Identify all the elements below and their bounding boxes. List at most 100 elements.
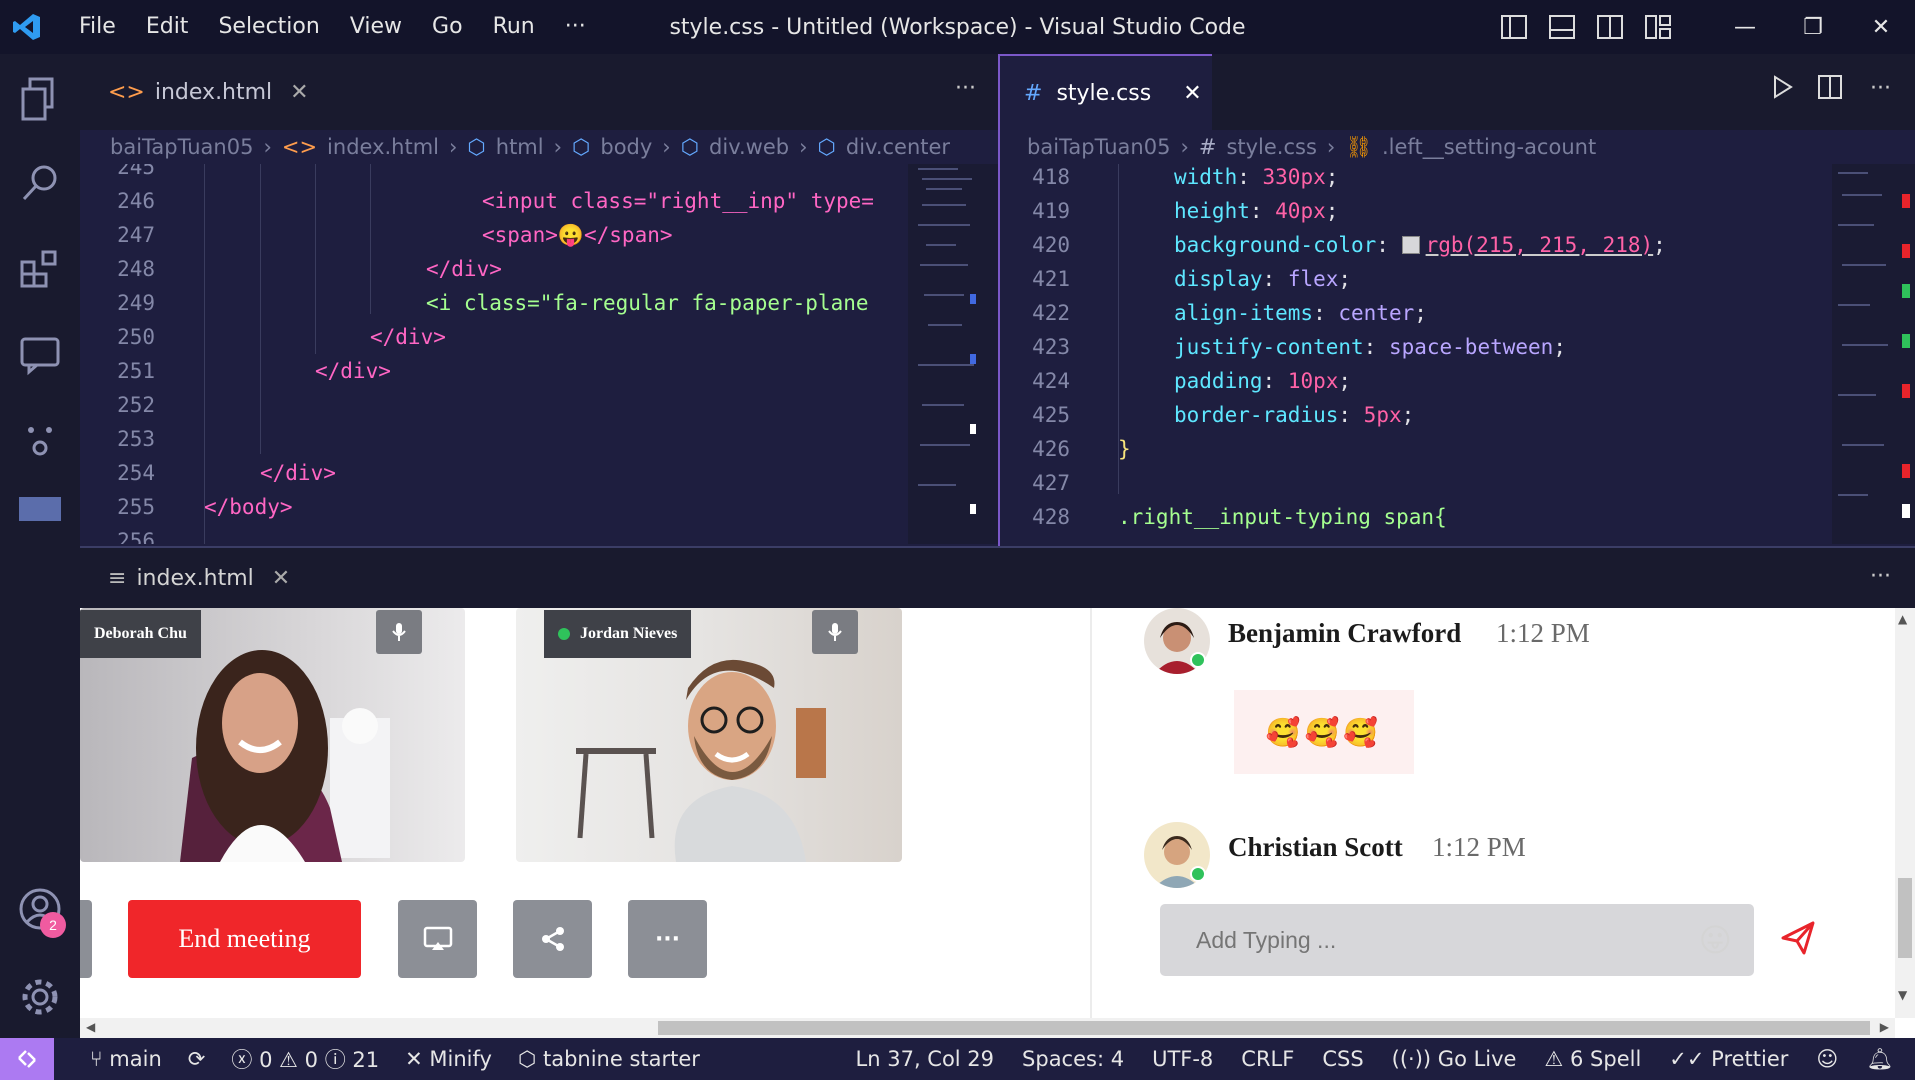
panel-more-actions-icon[interactable]: ···: [1870, 564, 1891, 589]
editor-more-actions-icon[interactable]: ···: [1870, 76, 1891, 101]
element-icon: ⬡: [572, 135, 591, 159]
window-title: style.css - Untitled (Workspace) - Visua…: [669, 14, 1246, 40]
sync-icon[interactable]: ⟳: [188, 1047, 206, 1071]
chat-sender-name: Benjamin Crawford: [1228, 618, 1462, 648]
send-button[interactable]: [1780, 920, 1816, 960]
breadcrumb-folder[interactable]: baiTapTuan05: [1027, 135, 1170, 159]
settings-gear-icon[interactable]: [0, 962, 80, 1032]
menu-view[interactable]: View: [335, 0, 417, 54]
breadcrumb-div-web[interactable]: div.web: [709, 135, 789, 159]
breadcrumb-file[interactable]: style.css: [1226, 135, 1316, 159]
close-window-icon[interactable]: ✕: [1847, 15, 1915, 40]
tab-label: index.html: [154, 79, 273, 105]
share-button[interactable]: [513, 900, 592, 978]
video-tile-deborah: Deborah Chu: [80, 608, 465, 862]
copilot-icon[interactable]: [0, 404, 80, 474]
share-icon: [541, 927, 564, 951]
vertical-scrollbar[interactable]: ▲ ▼: [1895, 608, 1915, 1018]
message-input-box[interactable]: 😛: [1160, 904, 1754, 976]
minimap[interactable]: [1832, 164, 1915, 544]
menu-more[interactable]: ···: [550, 0, 601, 54]
explorer-icon[interactable]: [0, 64, 80, 134]
element-icon: ⬡: [680, 135, 700, 159]
mic-button[interactable]: [376, 610, 422, 654]
feedback-icon[interactable]: ☺: [1816, 1047, 1838, 1071]
run-icon[interactable]: [1771, 74, 1795, 104]
breadcrumb-selector[interactable]: .left__setting-acount: [1382, 135, 1596, 159]
indentation[interactable]: Spaces: 4: [1022, 1047, 1124, 1071]
left-code-area[interactable]: 245 246 <input class="right__inp" type= 2…: [80, 164, 998, 544]
menu-file[interactable]: File: [64, 0, 131, 54]
right-tab-bar: # style.css ✕ ···: [1000, 54, 1915, 130]
css-file-icon: #: [1024, 80, 1043, 106]
color-swatch[interactable]: [1401, 236, 1420, 254]
line-ending[interactable]: CRLF: [1241, 1047, 1294, 1071]
close-tab-icon[interactable]: ✕: [290, 80, 308, 105]
spell-check[interactable]: ⚠ 6 Spell: [1544, 1047, 1641, 1071]
tab-index-html[interactable]: <> index.html ✕: [80, 54, 330, 130]
restore-icon[interactable]: ❐: [1779, 15, 1847, 40]
emoji-button[interactable]: 😛: [1699, 921, 1732, 959]
search-icon[interactable]: [0, 148, 80, 218]
menu-selection[interactable]: Selection: [203, 0, 334, 54]
accounts-icon[interactable]: 2: [0, 874, 80, 944]
minimap[interactable]: [908, 164, 998, 544]
breadcrumb-file[interactable]: index.html: [327, 135, 439, 159]
split-editor-icon[interactable]: [1817, 74, 1843, 104]
menu-run[interactable]: Run: [478, 0, 550, 54]
breadcrumb-div-center[interactable]: div.center: [846, 135, 950, 159]
preview-tab-label[interactable]: index.html: [136, 566, 253, 591]
html-file-icon: <>: [108, 79, 145, 105]
right-code-area[interactable]: 418 width: 330px; 419 height: 40px; 420 bac…: [1000, 164, 1915, 544]
prettier-status[interactable]: ✓✓ Prettier: [1669, 1047, 1788, 1071]
preview-panel: ≡ index.html ✕ ··· Deborah Chu Jordan Ni…: [80, 546, 1915, 1038]
horizontal-scrollbar[interactable]: ◀ ▶: [80, 1018, 1895, 1038]
selector-icon: ⛓: [1345, 134, 1372, 159]
close-tab-icon[interactable]: ✕: [1183, 81, 1201, 106]
branch-icon: ⑂: [90, 1047, 110, 1071]
code-line: 423 justify-content: space-between;: [1032, 335, 1566, 359]
remote-explorer-icon[interactable]: [0, 320, 80, 390]
toggle-primary-sidebar-icon[interactable]: [1501, 15, 1527, 39]
preview-tab-bar: ≡ index.html ✕ ···: [80, 546, 1915, 608]
tab-style-css[interactable]: # style.css ✕: [1000, 54, 1212, 130]
minimize-icon[interactable]: —: [1711, 15, 1779, 40]
online-dot-icon: [558, 628, 570, 640]
minify-button[interactable]: ✕ Minify: [405, 1047, 492, 1071]
code-line: 421 display: flex;: [1032, 267, 1352, 291]
breadcrumb-body[interactable]: body: [600, 135, 652, 159]
toggle-secondary-sidebar-icon[interactable]: [1597, 15, 1623, 39]
broadcast-icon: ((·)): [1391, 1047, 1438, 1071]
customize-layout-icon[interactable]: [1645, 15, 1671, 39]
problems-indicator[interactable]: ⓧ 0 ⚠ 0 ⓘ 21: [231, 1044, 379, 1074]
language-mode[interactable]: CSS: [1322, 1047, 1363, 1071]
control-button-partial[interactable]: [80, 900, 92, 978]
tabnine-status[interactable]: ⬡ tabnine starter: [518, 1047, 700, 1071]
menu-edit[interactable]: Edit: [131, 0, 204, 54]
remote-indicator-icon[interactable]: [0, 1038, 54, 1080]
menu-go[interactable]: Go: [417, 0, 478, 54]
accounts-badge: 2: [40, 912, 66, 938]
double-check-icon: ✓✓: [1669, 1047, 1712, 1071]
notifications-bell-icon[interactable]: 🔔︎: [1866, 1047, 1893, 1072]
breadcrumb-folder[interactable]: baiTapTuan05: [110, 135, 253, 159]
code-line: 255 </body>: [117, 495, 293, 519]
editor-more-actions-icon[interactable]: ···: [955, 76, 976, 101]
paper-plane-icon: [1781, 921, 1815, 955]
screen-share-button[interactable]: [398, 900, 477, 978]
message-input[interactable]: [1196, 926, 1676, 954]
extensions-icon[interactable]: [0, 234, 80, 304]
panel-toggle-icon[interactable]: [0, 474, 80, 544]
go-live-button[interactable]: ((·)) Go Live: [1392, 1047, 1517, 1071]
breadcrumb-html[interactable]: html: [496, 135, 544, 159]
preview-file-icon: ≡: [108, 565, 127, 591]
end-meeting-button[interactable]: End meeting: [128, 900, 361, 978]
close-tab-icon[interactable]: ✕: [272, 566, 290, 591]
mic-button[interactable]: [812, 610, 858, 654]
cursor-position[interactable]: Ln 37, Col 29: [856, 1047, 995, 1071]
more-options-button[interactable]: ···: [628, 900, 707, 978]
encoding[interactable]: UTF-8: [1152, 1047, 1213, 1071]
git-branch[interactable]: ⑂ main: [90, 1047, 162, 1071]
code-line: 252: [117, 393, 155, 417]
toggle-panel-icon[interactable]: [1549, 15, 1575, 39]
